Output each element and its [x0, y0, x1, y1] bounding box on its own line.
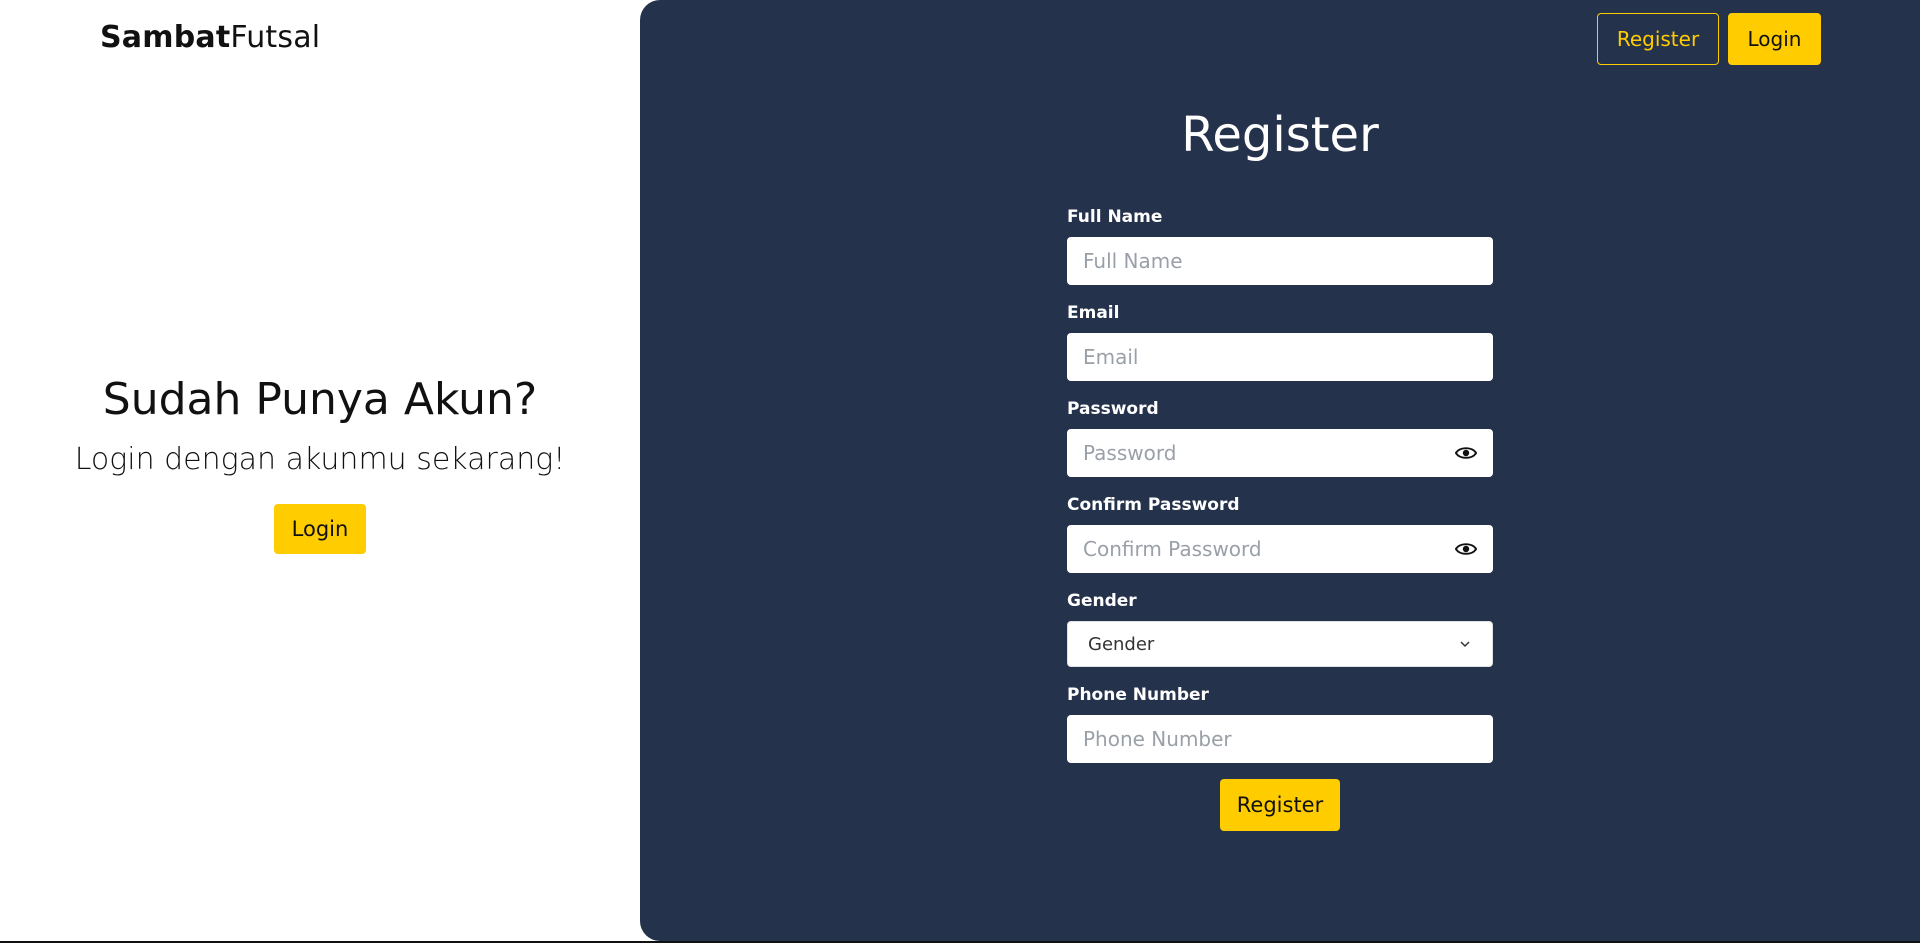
email-label: Email — [1067, 303, 1120, 323]
gender-label: Gender — [1067, 591, 1137, 611]
register-form: Full Name Email Password — [1067, 205, 1493, 831]
nav-register-button[interactable]: Register — [1597, 13, 1719, 65]
phone-wrap — [1067, 715, 1493, 763]
login-prompt-subtitle: Login dengan akunmu sekarang! — [74, 442, 566, 477]
gender-field-group: Gender Gender — [1067, 589, 1493, 667]
gender-selected-value: Gender — [1088, 633, 1155, 655]
left-login-button[interactable]: Login — [274, 504, 366, 554]
confirm-password-input[interactable] — [1067, 525, 1493, 573]
phone-label: Phone Number — [1067, 685, 1209, 705]
brand-logo[interactable]: SambatFutsal — [100, 20, 320, 55]
password-label: Password — [1067, 399, 1159, 419]
gender-select[interactable]: Gender — [1067, 621, 1493, 667]
register-page: SambatFutsal Sudah Punya Akun? Login den… — [0, 0, 1920, 943]
phone-input[interactable] — [1067, 715, 1493, 763]
email-wrap — [1067, 333, 1493, 381]
confirm-password-wrap — [1067, 525, 1493, 573]
eye-icon[interactable] — [1455, 539, 1477, 559]
confirm-password-field-group: Confirm Password — [1067, 493, 1493, 573]
register-panel: Register Login Register Full Name Email … — [640, 0, 1920, 941]
phone-field-group: Phone Number — [1067, 683, 1493, 763]
confirm-password-label: Confirm Password — [1067, 495, 1240, 515]
full-name-wrap — [1067, 237, 1493, 285]
email-input[interactable] — [1067, 333, 1493, 381]
eye-icon[interactable] — [1455, 443, 1477, 463]
brand-logo-part2: Futsal — [230, 20, 321, 55]
full-name-field-group: Full Name — [1067, 205, 1493, 285]
full-name-input[interactable] — [1067, 237, 1493, 285]
login-prompt: Sudah Punya Akun? Login dengan akunmu se… — [0, 370, 640, 554]
register-title: Register — [1181, 107, 1379, 163]
register-submit-button[interactable]: Register — [1220, 779, 1340, 831]
submit-row: Register — [1067, 779, 1493, 831]
password-input[interactable] — [1067, 429, 1493, 477]
password-wrap — [1067, 429, 1493, 477]
password-field-group: Password — [1067, 397, 1493, 477]
brand-logo-part1: Sambat — [100, 20, 231, 55]
chevron-down-icon — [1460, 641, 1470, 648]
full-name-label: Full Name — [1067, 207, 1163, 227]
nav-login-button[interactable]: Login — [1728, 13, 1821, 65]
left-panel: SambatFutsal Sudah Punya Akun? Login den… — [0, 0, 640, 943]
email-field-group: Email — [1067, 301, 1493, 381]
login-prompt-title: Sudah Punya Akun? — [102, 374, 538, 425]
